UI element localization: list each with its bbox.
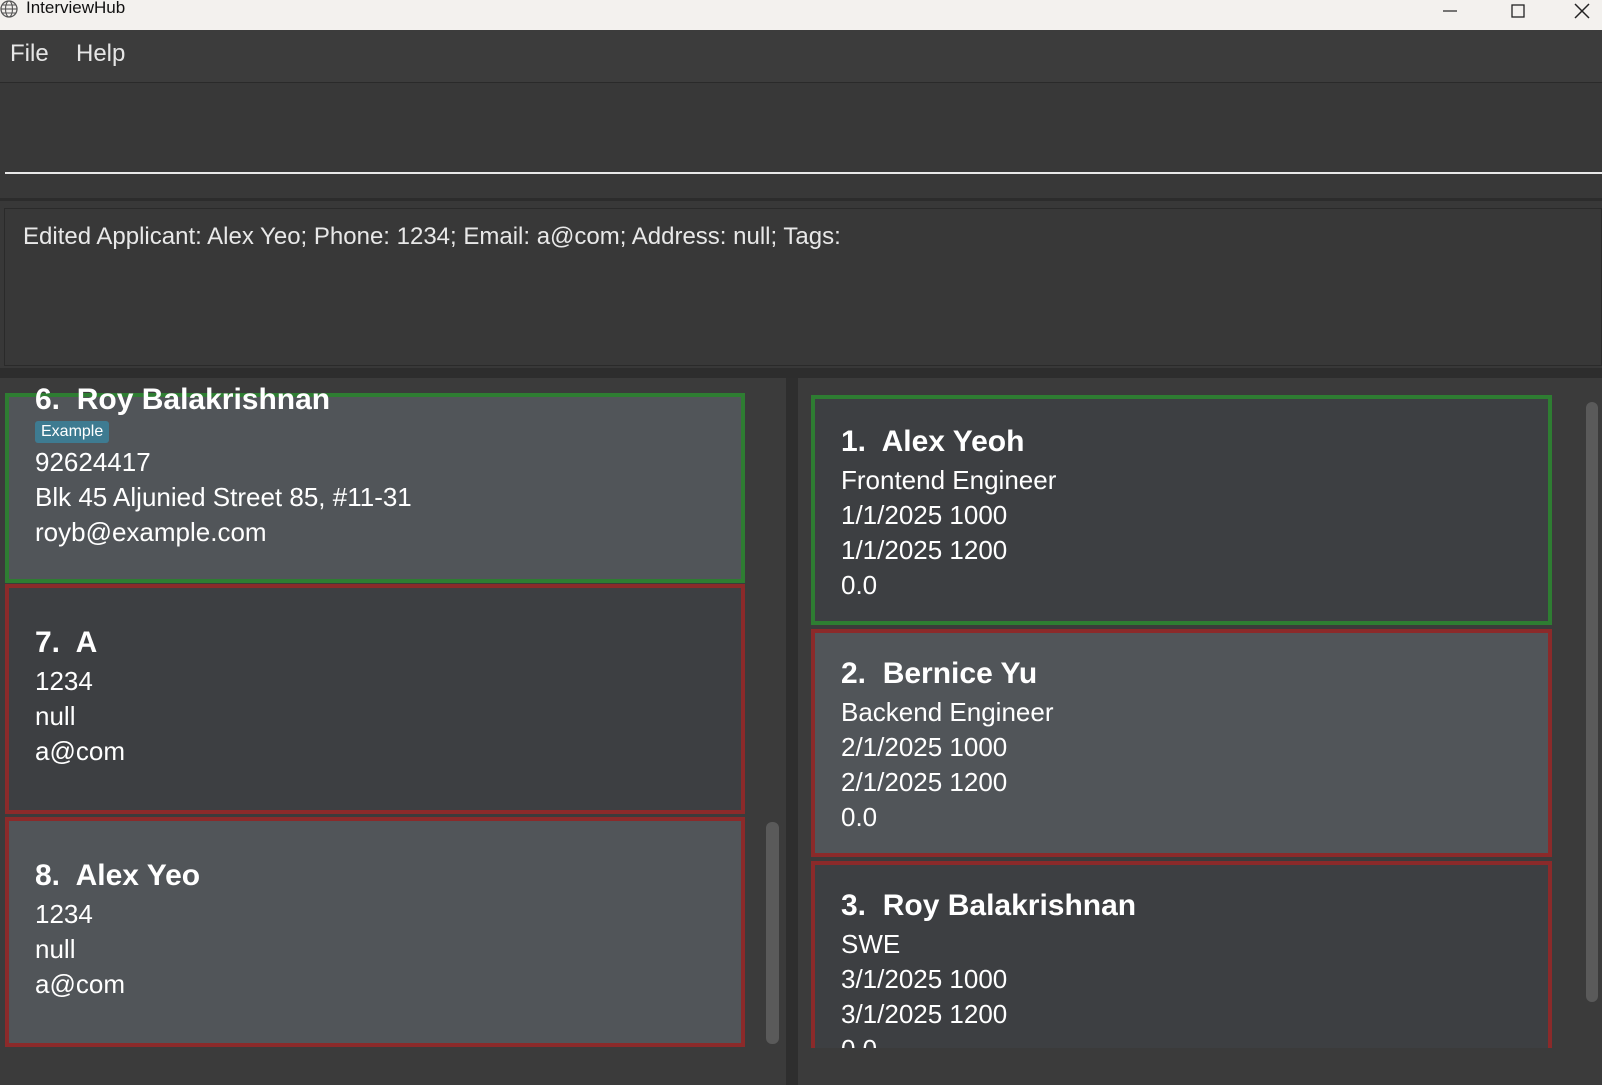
- interview-name: Roy Balakrishnan: [882, 889, 1137, 922]
- applicant-address: null: [35, 701, 76, 731]
- applicant-address: Blk 45 Aljunied Street 85, #11-31: [35, 482, 412, 512]
- applicant-name: A: [75, 626, 98, 659]
- window-title: InterviewHub: [26, 0, 126, 17]
- applicant-name: Roy Balakrishnan: [76, 383, 331, 416]
- interview-title: 1. Alex Yeoh: [841, 425, 1522, 459]
- interview-list-scrollbar[interactable]: [1586, 402, 1598, 1002]
- applicant-list: 6. Roy Balakrishnan Example 92624417 Blk…: [0, 378, 786, 1085]
- interview-start: 2/1/2025 1000: [841, 732, 1008, 762]
- interview-end: 1/1/2025 1200: [841, 535, 1008, 565]
- title-bar: InterviewHub: [0, 0, 1602, 30]
- interview-list: 1. Alex Yeoh Frontend Engineer 1/1/2025 …: [798, 378, 1602, 1085]
- interview-index: 3.: [841, 889, 867, 922]
- interview-index: 1.: [841, 425, 867, 458]
- interview-title: 3. Roy Balakrishnan: [841, 889, 1522, 923]
- interview-name: Alex Yeoh: [881, 425, 1025, 458]
- command-box: [0, 83, 1602, 259]
- applicant-email: a@com: [35, 969, 125, 999]
- interview-index: 2.: [841, 657, 867, 690]
- separator: [0, 368, 1602, 378]
- applicant-phone: 92624417: [35, 447, 151, 477]
- result-display: Edited Applicant: Alex Yeo; Phone: 1234;…: [4, 208, 1602, 366]
- applicant-index: 7.: [35, 626, 61, 659]
- applicant-title: 7. A: [35, 626, 715, 660]
- interview-name: Bernice Yu: [882, 657, 1038, 690]
- result-text: Edited Applicant: Alex Yeo; Phone: 1234;…: [23, 223, 841, 250]
- applicant-email: a@com: [35, 736, 125, 766]
- menu-help[interactable]: Help: [76, 40, 125, 68]
- applicant-name: Alex Yeo: [75, 859, 201, 892]
- applicant-email: royb@example.com: [35, 517, 267, 547]
- applicant-title: 8. Alex Yeo: [35, 859, 715, 893]
- maximize-icon[interactable]: [1498, 0, 1538, 22]
- interview-role: SWE: [841, 929, 901, 959]
- interview-start: 1/1/2025 1000: [841, 500, 1008, 530]
- applicant-phone: 1234: [35, 666, 93, 696]
- interview-title: 2. Bernice Yu: [841, 657, 1522, 691]
- applicant-list-scrollbar[interactable]: [766, 822, 779, 1044]
- applicant-phone: 1234: [35, 899, 93, 929]
- interview-card[interactable]: 1. Alex Yeoh Frontend Engineer 1/1/2025 …: [811, 395, 1552, 625]
- menu-bar: File Help: [0, 30, 1602, 83]
- minimize-icon[interactable]: [1430, 0, 1470, 22]
- menu-file[interactable]: File: [10, 40, 49, 68]
- interview-start: 3/1/2025 1000: [841, 964, 1008, 994]
- interview-end: 2/1/2025 1200: [841, 767, 1008, 797]
- applicant-index: 8.: [35, 859, 61, 892]
- interview-score: 0.0: [841, 570, 878, 600]
- globe-icon: [0, 0, 20, 20]
- list-bottom-mask: [798, 1048, 1602, 1085]
- applicant-card[interactable]: 7. A 1234 null a@com: [5, 584, 745, 814]
- interview-role: Backend Engineer: [841, 697, 1054, 727]
- applicant-title: 6. Roy Balakrishnan: [35, 383, 715, 417]
- interview-score: 0.0: [841, 802, 878, 832]
- interview-role: Frontend Engineer: [841, 465, 1057, 495]
- command-underline: [5, 172, 1602, 174]
- separator: [0, 198, 1602, 201]
- interview-end: 3/1/2025 1200: [841, 999, 1008, 1029]
- interview-card[interactable]: 2. Bernice Yu Backend Engineer 2/1/2025 …: [811, 629, 1552, 857]
- tag-badge: Example: [35, 421, 110, 443]
- applicant-index: 6.: [35, 383, 61, 416]
- applicant-card[interactable]: 8. Alex Yeo 1234 null a@com: [5, 817, 745, 1047]
- applicant-card[interactable]: 6. Roy Balakrishnan Example 92624417 Blk…: [5, 383, 745, 583]
- panel-divider[interactable]: [786, 378, 798, 1085]
- close-icon[interactable]: [1562, 0, 1602, 22]
- applicant-address: null: [35, 934, 76, 964]
